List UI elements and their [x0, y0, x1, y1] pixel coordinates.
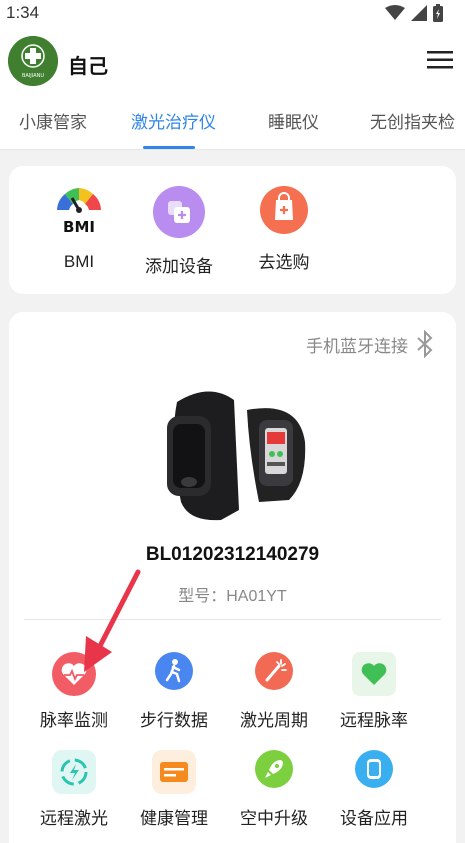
laser-cycle-icon [255, 652, 293, 690]
remote-laser-button[interactable]: 远程激光 [24, 750, 124, 829]
logo-emblem-icon: BAIJIANU [8, 36, 58, 86]
remote-heart-icon [352, 652, 396, 696]
remote-laser-label: 远程激光 [40, 809, 108, 828]
bmi-gauge-icon: BMI [53, 186, 105, 238]
rocket-icon [255, 750, 293, 788]
quick-actions-card: BMI BMI 添加设备 去选购 [9, 166, 456, 294]
ota-upgrade-label: 空中升级 [240, 809, 308, 828]
device-app-label: 设备应用 [340, 809, 408, 828]
health-management-label: 健康管理 [140, 809, 208, 828]
bmi-button[interactable]: BMI BMI [34, 186, 124, 272]
device-serial: BL01202312140279 [145, 544, 320, 565]
pointer-arrow-icon [84, 569, 141, 672]
ota-upgrade-button[interactable]: 空中升级 [224, 750, 324, 829]
remote-pulse-button[interactable]: 远程脉率 [324, 652, 424, 731]
status-bar: 1:34 [0, 0, 465, 26]
tab-finger-clip[interactable]: 无创指夹检 [370, 108, 455, 133]
device-tabs: 小康管家 激光治疗仪 睡眠仪 无创指夹检 [0, 94, 465, 150]
bluetooth-label: 手机蓝牙连接 [306, 336, 408, 356]
tab-sleep[interactable]: 睡眠仪 [268, 108, 319, 133]
remote-laser-icon [52, 750, 96, 794]
device-app-icon [355, 750, 393, 788]
add-device-button[interactable]: 添加设备 [134, 186, 224, 277]
remote-pulse-label: 远程脉率 [340, 711, 408, 730]
bmi-label: BMI [63, 252, 95, 271]
shop-button[interactable]: 去选购 [239, 186, 329, 273]
add-device-label: 添加设备 [145, 257, 213, 276]
walking-data-label: 步行数据 [140, 711, 208, 730]
wifi-icon [385, 5, 405, 20]
bmi-icon-text: BMI [63, 218, 95, 236]
laser-cycle-button[interactable]: 激光周期 [224, 652, 324, 731]
bluetooth-icon [417, 330, 433, 358]
battery-icon [433, 4, 443, 22]
laser-cycle-label: 激光周期 [240, 711, 308, 730]
app-header: BAIJIANU 自己 [0, 26, 465, 94]
smart-band-image [167, 391, 306, 521]
signal-icon [411, 5, 427, 21]
avatar[interactable]: BAIJIANU [8, 36, 58, 86]
tab-indicator [143, 146, 195, 149]
status-icons [385, 4, 443, 22]
tab-xiaokang[interactable]: 小康管家 [19, 108, 87, 133]
walking-icon [155, 652, 193, 690]
bluetooth-connect[interactable]: 手机蓝牙连接 [306, 330, 434, 358]
add-device-icon [153, 186, 205, 238]
device-app-button[interactable]: 设备应用 [324, 750, 424, 829]
tab-laser-therapy[interactable]: 激光治疗仪 [131, 108, 216, 133]
page-title: 自己 [68, 56, 108, 78]
menu-icon[interactable] [427, 50, 453, 70]
health-management-button[interactable]: 健康管理 [124, 750, 224, 829]
shop-label: 去选购 [258, 253, 310, 272]
health-card-icon [152, 750, 196, 794]
shopping-bag-icon [260, 186, 308, 234]
pulse-monitor-label: 脉率监测 [40, 711, 108, 730]
status-time: 1:34 [6, 3, 40, 22]
avatar-caption: BAIJIANU [22, 73, 44, 79]
